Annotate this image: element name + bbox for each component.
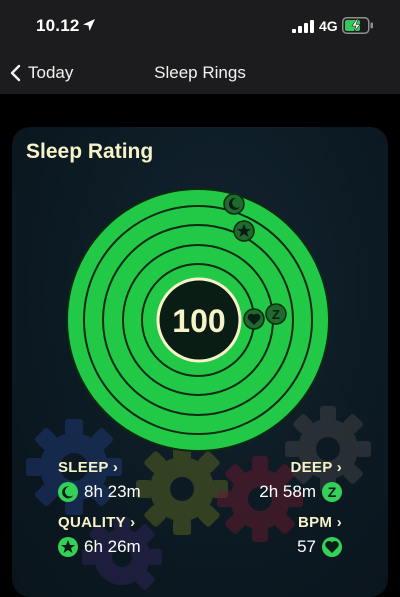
- svg-text:Z: Z: [272, 307, 280, 322]
- star-icon: [233, 220, 255, 242]
- bpm-stat[interactable]: BPM › 57: [297, 514, 342, 557]
- bpm-stat-value: 57: [297, 537, 316, 556]
- z-icon: Z: [265, 303, 287, 325]
- heart-icon: [322, 537, 342, 557]
- signal-bars-icon: [292, 20, 314, 33]
- sleep-stat[interactable]: SLEEP › 8h 23m: [58, 459, 141, 502]
- network-type: 4G: [319, 18, 338, 34]
- location-arrow-icon: [83, 19, 95, 31]
- quality-stat[interactable]: QUALITY › 6h 26m: [58, 514, 141, 557]
- svg-text:Z: Z: [328, 484, 337, 500]
- quality-stat-label: QUALITY ›: [58, 514, 136, 531]
- navigation-bar: Today Sleep Rings: [0, 52, 400, 94]
- score-value: 100: [172, 303, 225, 339]
- heart-icon: [243, 308, 265, 330]
- battery-charging-icon: [342, 17, 373, 34]
- deep-stat[interactable]: DEEP › 2h 58m Z: [259, 459, 342, 502]
- quality-stat-value: 6h 26m: [84, 537, 141, 556]
- page-title: Sleep Rings: [154, 63, 246, 82]
- moon-icon: [58, 482, 78, 502]
- deep-stat-label: DEEP ›: [290, 459, 342, 476]
- z-icon: Z: [322, 482, 342, 502]
- star-icon: [58, 537, 78, 557]
- status-time: 10.12: [36, 16, 80, 35]
- sleep-stat-label: SLEEP ›: [58, 459, 119, 476]
- sleep-stat-value: 8h 23m: [84, 482, 141, 501]
- bpm-stat-label: BPM ›: [298, 514, 342, 531]
- sleep-rating-card[interactable]: Sleep Rating 100 Z SLEEP › 8h 23m DEEP ›…: [12, 127, 388, 597]
- moon-icon: [223, 193, 245, 215]
- deep-stat-value: 2h 58m: [259, 482, 316, 501]
- status-bar: 10.12 4G: [0, 0, 400, 52]
